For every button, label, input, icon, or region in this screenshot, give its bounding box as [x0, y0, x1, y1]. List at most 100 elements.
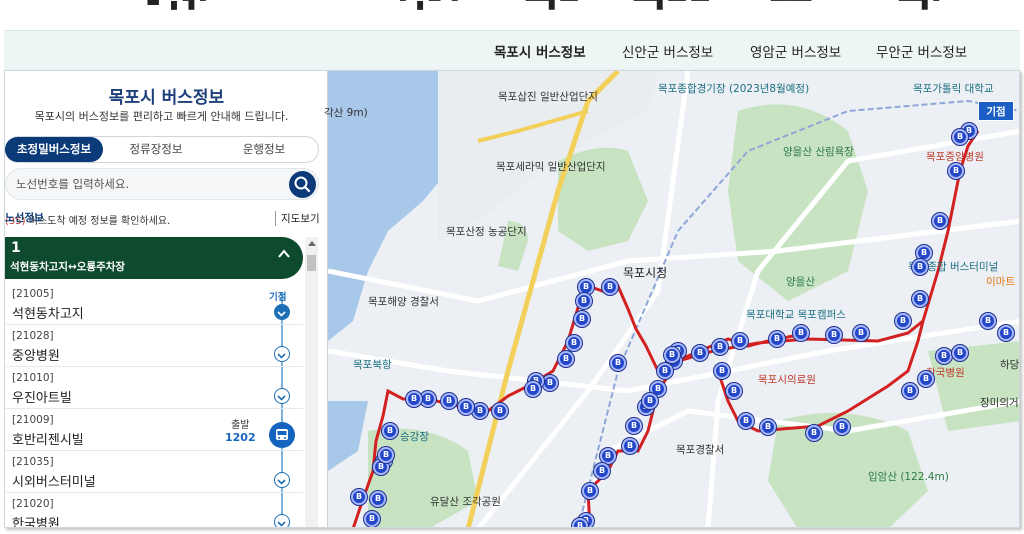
bus-stop-marker[interactable]: B [626, 418, 642, 434]
bus-icon[interactable] [269, 422, 295, 448]
route-search [5, 168, 319, 200]
bus-stop-marker[interactable]: B [576, 293, 592, 309]
nav-mokpo[interactable]: 목포시 버스정보 [494, 41, 586, 61]
bus-stop-marker[interactable]: B [806, 425, 822, 441]
start-point-badge[interactable]: 기점 [978, 101, 1014, 121]
top-header-cutoff: ▬ ▗▝▌▘ ▘▗▝▘▝ ▝▀▜▝▀ ▝▀▜▝▀▝▀ ▝▀▀▀ ▝▀▜▝ [0, 0, 1024, 30]
bus-stop-marker[interactable]: B [895, 313, 911, 329]
route-header[interactable]: 1 석현동차고지↔오룡주차장 [5, 237, 303, 279]
bus-stop-marker[interactable]: B [458, 399, 474, 415]
bus-stop-marker[interactable]: B [542, 375, 558, 391]
scroll-thumb[interactable] [307, 255, 316, 271]
stop-chevron-down-icon[interactable] [274, 346, 290, 362]
bus-stop-marker[interactable]: B [952, 345, 968, 361]
map-label: 목포삽진 일반산업단지 [498, 91, 598, 103]
bus-stop-marker[interactable]: B [472, 403, 488, 419]
stop-chevron-down-icon[interactable] [274, 388, 290, 404]
bus-stop-marker[interactable]: B [692, 345, 708, 361]
bus-stop-marker[interactable]: B [622, 438, 638, 454]
stop-id: [21010] [12, 372, 54, 384]
stop-item[interactable]: [21005] 석현동차고지 [5, 283, 303, 325]
bus-stop-marker[interactable]: B [572, 518, 588, 527]
bus-stop-marker[interactable]: B [600, 448, 616, 464]
stop-chevron-down-icon[interactable] [274, 304, 290, 320]
tab-operation-info[interactable]: 운행정보 [224, 137, 304, 162]
stop-item[interactable]: [21009] 호반리젠시빌 [5, 409, 303, 451]
bus-stop-marker[interactable]: B [952, 129, 968, 145]
bus-stop-marker[interactable]: B [932, 213, 948, 229]
bus-stop-marker[interactable]: B [370, 491, 386, 507]
bus-stop-marker[interactable]: B [582, 483, 598, 499]
bus-stop-marker[interactable]: B [712, 339, 728, 355]
map-label: 목포북항 [353, 359, 392, 371]
main-nav: 목포시 버스정보 신안군 버스정보 영암군 버스정보 무안군 버스정보 [4, 30, 1020, 70]
stop-list-scrollbar[interactable] [305, 237, 318, 527]
bus-stop-marker[interactable]: B [492, 403, 508, 419]
search-button[interactable] [289, 171, 316, 198]
route-map[interactable]: 각산 9m) 목포삽진 일반산업단지 목포종합경기장 (2023년8월예정) 목… [324, 71, 1019, 527]
bus-stop-marker[interactable]: B [853, 325, 869, 341]
bus-stop-marker[interactable]: B [364, 511, 380, 527]
stop-id: [21028] [12, 330, 54, 342]
route-search-input[interactable] [16, 174, 276, 194]
bus-stop-marker[interactable]: B [834, 419, 850, 435]
bus-stop-marker[interactable]: B [912, 259, 928, 275]
bus-stop-marker[interactable]: B [420, 391, 436, 407]
bus-stop-marker[interactable]: B [657, 363, 673, 379]
bus-stop-marker[interactable]: B [406, 391, 422, 407]
nav-yeongam[interactable]: 영암군 버스정보 [750, 41, 841, 61]
bus-stop-marker[interactable]: B [769, 331, 785, 347]
bus-stop-marker[interactable]: B [826, 327, 842, 343]
bus-stop-marker[interactable]: B [948, 163, 964, 179]
bus-stop-marker[interactable]: B [726, 383, 742, 399]
bus-stop-marker[interactable]: B [998, 325, 1014, 341]
bus-stop-marker[interactable]: B [566, 335, 582, 351]
bus-stop-marker[interactable]: B [382, 423, 398, 439]
map-label: 목포대학교 목포캠퍼스 [746, 309, 846, 321]
stop-item[interactable]: [21035] 시외버스터미널 [5, 451, 303, 493]
stop-chevron-down-icon[interactable] [274, 472, 290, 488]
bus-stop-marker[interactable]: B [793, 325, 809, 341]
map-view-link[interactable]: 지도보기 [275, 211, 320, 226]
stop-id: [21005] [12, 288, 54, 300]
stop-chevron-down-icon[interactable] [274, 514, 290, 527]
bus-number: 1202 [225, 431, 256, 444]
bus-stop-marker[interactable]: B [441, 393, 457, 409]
bus-stop-marker[interactable]: B [610, 355, 626, 371]
bus-stop-marker[interactable]: B [738, 413, 754, 429]
bus-stop-marker[interactable]: B [602, 279, 618, 295]
stop-item[interactable]: [21010] 우진아트빌 [5, 367, 303, 409]
bus-stop-marker[interactable]: B [378, 447, 394, 463]
nav-muan[interactable]: 무안군 버스정보 [876, 41, 967, 61]
side-panel: 목포시 버스정보 목포시의 버스정보를 편리하고 빠르게 안내해 드립니다. 초… [5, 71, 328, 528]
bus-stop-marker[interactable]: B [918, 371, 934, 387]
bus-stop-marker[interactable]: B [760, 419, 776, 435]
bus-stop-marker[interactable]: B [351, 489, 367, 505]
nav-sinan[interactable]: 신안군 버스정보 [622, 41, 713, 61]
bus-stop-marker[interactable]: B [525, 381, 541, 397]
bus-stop-marker[interactable]: B [642, 393, 658, 409]
bus-stop-marker[interactable]: B [714, 363, 730, 379]
bus-stop-marker[interactable]: B [902, 383, 918, 399]
route-info-label: 노선정보 [5, 212, 44, 224]
stop-name: 석현동차고지 [12, 307, 84, 322]
bus-stop-marker[interactable]: B [912, 291, 928, 307]
map-label: 양을산 [786, 276, 815, 288]
bus-stop-marker[interactable]: B [558, 351, 574, 367]
scroll-up-arrow-icon[interactable] [308, 241, 316, 246]
bus-stop-marker[interactable]: B [936, 348, 952, 364]
bus-stop-marker[interactable]: B [980, 313, 996, 329]
bus-stop-marker[interactable]: B [732, 333, 748, 349]
stop-item[interactable]: [21028] 중앙병원 [5, 325, 303, 367]
route-info-line: 노선정보 (35) 버스도착 예정 정보를 확인하세요. [5, 212, 170, 227]
tab-stop-info[interactable]: 정류장정보 [116, 137, 196, 162]
bus-stop-marker[interactable]: B [574, 311, 590, 327]
map-label: 목포종합경기장 (2023년8월예정) [658, 83, 810, 95]
panel-title: 목포시 버스정보 [108, 88, 225, 108]
stop-item[interactable]: [21020] 한국병원 [5, 493, 303, 528]
tab-realtime-bus[interactable]: 초정밀버스정보 [5, 137, 103, 162]
bus-stop-marker[interactable]: B [594, 463, 610, 479]
stop-name: 한국병원 [12, 517, 60, 528]
map-label: 목포가톨릭 대학교 [913, 83, 994, 95]
bus-stop-marker[interactable]: B [664, 347, 680, 363]
